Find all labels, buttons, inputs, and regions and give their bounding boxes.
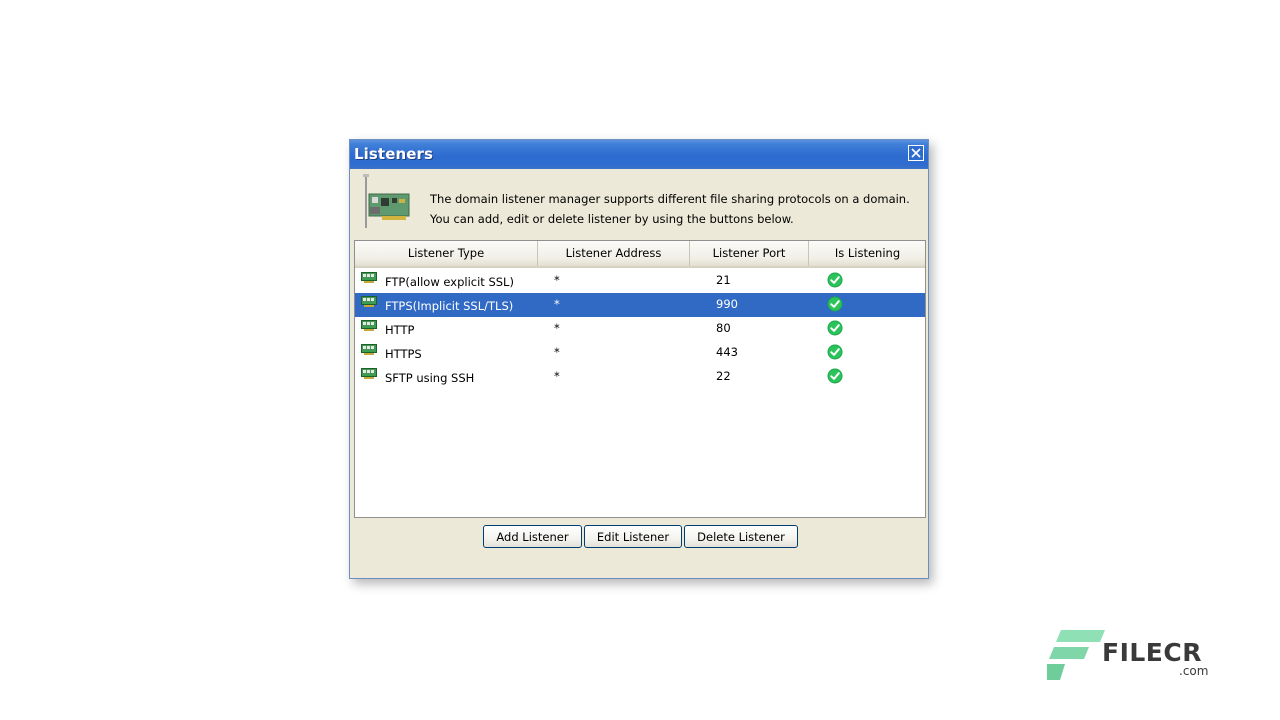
cell-listener-port: 443 <box>716 345 738 359</box>
green-check-icon <box>827 368 843 384</box>
filecr-watermark: FILECR .com <box>1047 628 1217 684</box>
table-body: FTP(allow explicit SSL) * 21 FTPS(Implicit … <box>355 269 925 389</box>
cell-listener-port: 80 <box>716 321 731 335</box>
column-header-listener-type[interactable]: Listener Type <box>355 241 538 266</box>
network-adapter-icon <box>361 344 377 355</box>
description: The domain listener manager supports dif… <box>430 189 910 229</box>
cell-listener-port: 990 <box>716 297 738 311</box>
cell-listener-address: * <box>554 321 560 335</box>
watermark-suffix: .com <box>1179 664 1209 678</box>
listeners-table: Listener Type Listener Address Listener … <box>354 240 926 518</box>
column-header-is-listening[interactable]: Is Listening <box>809 241 925 266</box>
cell-listener-type: SFTP using SSH <box>385 371 475 385</box>
cell-listener-type: HTTP <box>385 323 415 337</box>
close-icon <box>911 148 921 158</box>
add-listener-button[interactable]: Add Listener <box>483 525 582 548</box>
table-row[interactable]: HTTP * 80 <box>355 317 925 341</box>
cell-listener-type: HTTPS <box>385 347 422 361</box>
cell-listener-port: 22 <box>716 369 731 383</box>
cell-listener-address: * <box>554 297 560 311</box>
column-header-listener-port[interactable]: Listener Port <box>690 241 809 266</box>
green-check-icon <box>827 296 843 312</box>
table-header: Listener Type Listener Address Listener … <box>355 241 925 268</box>
description-line-2: You can add, edit or delete listener by … <box>430 212 794 226</box>
cell-listener-address: * <box>554 273 560 287</box>
filecr-logo-icon <box>1047 630 1105 680</box>
network-adapter-icon <box>361 272 377 283</box>
cell-listener-address: * <box>554 369 560 383</box>
table-row[interactable]: FTP(allow explicit SSL) * 21 <box>355 269 925 293</box>
table-row[interactable]: HTTPS * 443 <box>355 341 925 365</box>
network-card-icon <box>363 174 410 228</box>
dialog-title: Listeners <box>354 145 434 163</box>
cell-listener-address: * <box>554 345 560 359</box>
column-header-listener-address[interactable]: Listener Address <box>538 241 690 266</box>
close-button[interactable] <box>908 145 924 161</box>
green-check-icon <box>827 272 843 288</box>
edit-listener-button[interactable]: Edit Listener <box>584 525 682 548</box>
network-adapter-icon <box>361 296 377 307</box>
title-bar[interactable]: Listeners <box>350 140 928 169</box>
cell-listener-type: FTPS(Implicit SSL/TLS) <box>385 299 514 313</box>
description-line-1: The domain listener manager supports dif… <box>430 192 910 206</box>
network-adapter-icon <box>361 368 377 379</box>
watermark-name: FILECR <box>1102 638 1202 667</box>
table-row[interactable]: SFTP using SSH * 22 <box>355 365 925 389</box>
network-adapter-icon <box>361 320 377 331</box>
green-check-icon <box>827 320 843 336</box>
green-check-icon <box>827 344 843 360</box>
cell-listener-port: 21 <box>716 273 731 287</box>
cell-listener-type: FTP(allow explicit SSL) <box>385 275 514 289</box>
delete-listener-button[interactable]: Delete Listener <box>684 525 798 548</box>
listeners-dialog: Listeners The domain listener manager su… <box>349 139 929 579</box>
table-row[interactable]: FTPS(Implicit SSL/TLS) * 990 <box>355 293 925 317</box>
